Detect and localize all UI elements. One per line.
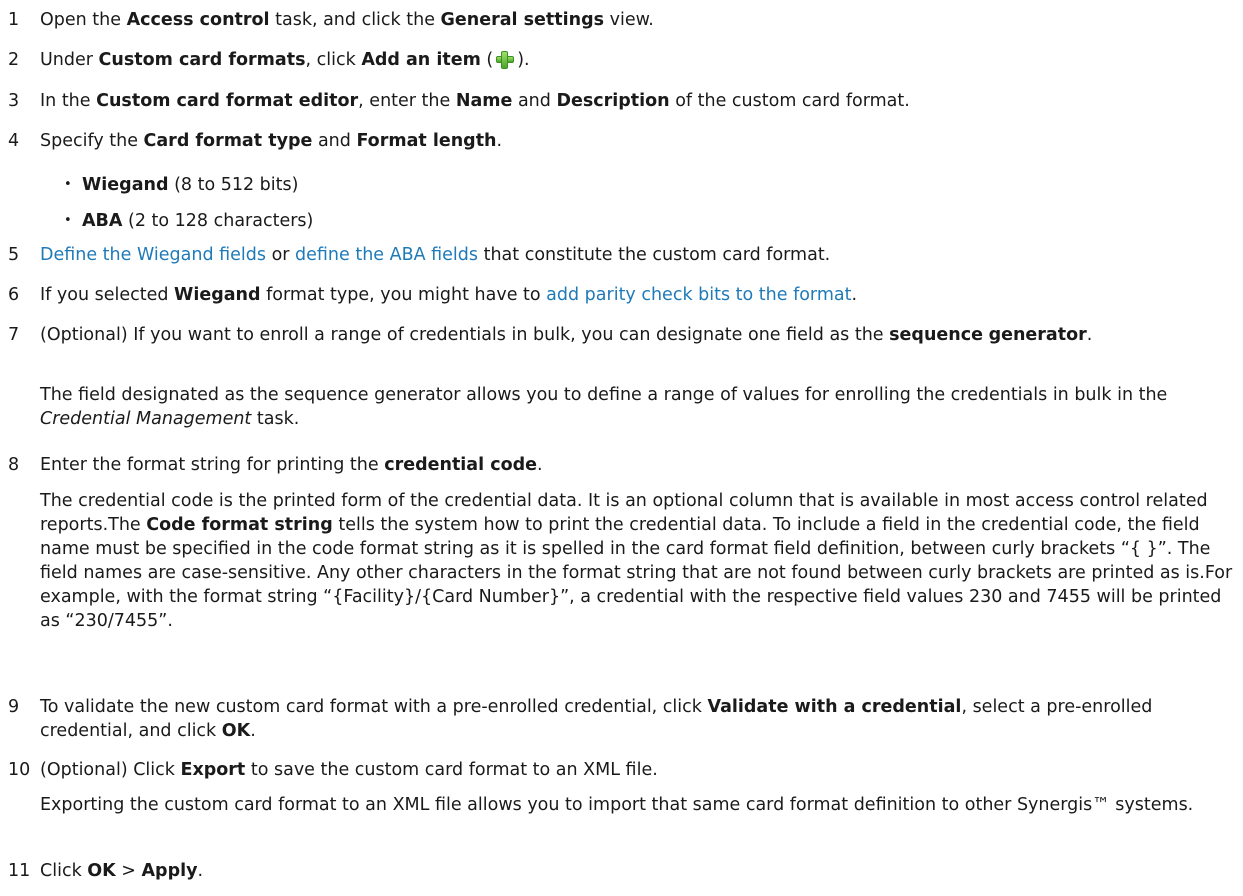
aba-fields-link[interactable]: define the ABA fields	[295, 245, 478, 265]
format-name: ABA	[82, 211, 123, 231]
text: .	[1086, 325, 1093, 345]
ui-term: Add an item	[361, 50, 481, 70]
procedure-document: 1 Open the Access control task, and clic…	[0, 0, 1243, 896]
step-number: 9	[8, 697, 20, 717]
step-number: 5	[8, 245, 20, 265]
text: format type, you might have to	[260, 285, 547, 305]
format-range: (8 to 512 bits)	[168, 175, 299, 195]
step-text: In the Custom card format editor, enter …	[40, 87, 1235, 115]
text: In the	[40, 91, 97, 111]
text: Specify the	[40, 131, 144, 151]
text: To validate the new custom card format w…	[40, 697, 708, 717]
step-number: 2	[8, 50, 20, 70]
text: The field designated as the sequence gen…	[40, 385, 1168, 405]
ui-term: Export	[180, 760, 246, 780]
text: or	[266, 245, 296, 265]
ui-term: Apply	[141, 861, 198, 881]
text: Open the	[40, 10, 127, 30]
note-paragraph: The credential code is the printed form …	[40, 489, 1235, 633]
ui-term: Access control	[126, 10, 270, 30]
step-text: If you selected Wiegand format type, you…	[40, 281, 1235, 309]
step-number: 11	[8, 861, 31, 881]
step-number: 3	[8, 91, 20, 111]
ui-term: OK	[87, 861, 116, 881]
ui-term: OK	[221, 721, 251, 741]
step-text: Specify the Card format type and Format …	[40, 127, 1235, 155]
text: of the custom card format.	[669, 91, 910, 111]
text: .	[496, 131, 503, 151]
text: (	[480, 50, 494, 70]
text: Under	[40, 50, 99, 70]
step-text: To validate the new custom card format w…	[40, 695, 1235, 743]
text: , enter the	[358, 91, 456, 111]
step-number: 6	[8, 285, 20, 305]
ui-term: Wiegand	[174, 285, 261, 305]
text: .	[851, 285, 858, 305]
step-text: Define the Wiegand fields or define the …	[40, 241, 1235, 269]
ui-term: generator	[988, 325, 1087, 345]
text: Click	[40, 861, 88, 881]
text: , click	[305, 50, 362, 70]
task-name: Credential Management	[40, 409, 252, 429]
text: (Optional) If you want to enroll a range…	[40, 325, 890, 345]
plus-icon	[494, 49, 516, 69]
step-text: Click OK > Apply.	[40, 857, 1235, 885]
format-name: Wiegand	[82, 175, 169, 195]
ui-term: Validate with a credential	[707, 697, 962, 717]
text: task.	[251, 409, 300, 429]
ui-term: Custom card formats	[98, 50, 306, 70]
text: that constitute the custom card format.	[478, 245, 831, 265]
text: .	[197, 861, 204, 881]
step-number: 8	[8, 455, 20, 475]
bullet-dot-icon: •	[64, 213, 72, 228]
text: to save the custom card format to an XML…	[245, 760, 658, 780]
ui-term: Card format type	[143, 131, 313, 151]
text: .	[537, 455, 543, 475]
ui-term: General settings	[440, 10, 605, 30]
step-text: (Optional) Click Export to save the cust…	[40, 756, 1235, 784]
step-number: 1	[8, 10, 20, 30]
format-range: (2 to 128 characters)	[122, 211, 314, 231]
text: (Optional) Click	[40, 760, 181, 780]
ui-term: Description	[556, 91, 670, 111]
step-text: Enter the format string for printing the…	[40, 451, 1235, 479]
parity-bits-link[interactable]: add parity check bits to the format	[546, 285, 851, 305]
text: >	[115, 861, 142, 881]
text: Enter the format string for printing the	[40, 455, 385, 475]
ui-term: sequence	[889, 325, 983, 345]
ui-term: Code format string	[146, 515, 333, 535]
bullet-dot-icon: •	[64, 177, 72, 192]
ui-term: Name	[455, 91, 513, 111]
step-text: Open the Access control task, and click …	[40, 6, 1235, 34]
text: and	[512, 91, 557, 111]
text: and	[312, 131, 357, 151]
wiegand-fields-link[interactable]: Define the Wiegand fields	[40, 245, 266, 265]
step-number: 10	[8, 760, 31, 780]
step-text: (Optional) If you want to enroll a range…	[40, 323, 1235, 347]
text: ).	[517, 50, 530, 70]
step-number: 7	[8, 325, 20, 345]
ui-term: credential code	[384, 455, 538, 475]
note-paragraph: Exporting the custom card format to an X…	[40, 795, 1194, 815]
ui-term: Format length	[356, 131, 497, 151]
ui-term: Custom card format editor	[96, 91, 359, 111]
text: If you selected	[40, 285, 175, 305]
text: task, and click the	[269, 10, 441, 30]
text: .	[250, 721, 256, 741]
note-paragraph: The field designated as the sequence gen…	[40, 383, 1235, 431]
text: view.	[604, 10, 654, 30]
step-number: 4	[8, 131, 20, 151]
step-text: Under Custom card formats, click Add an …	[40, 46, 1235, 74]
